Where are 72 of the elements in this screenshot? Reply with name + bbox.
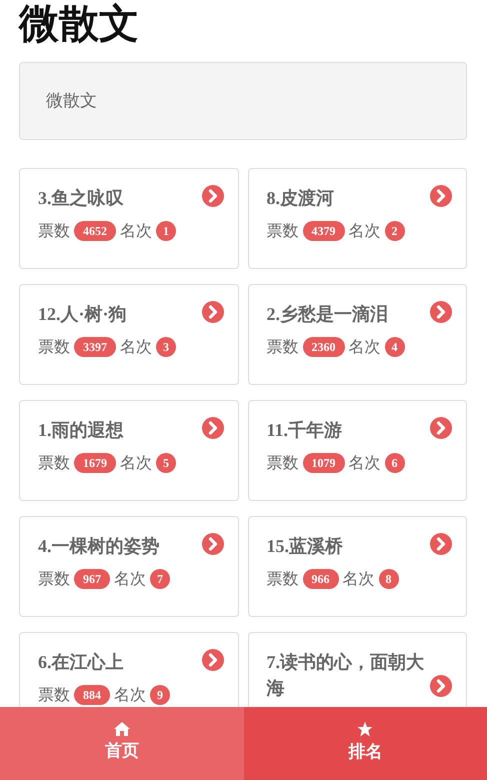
entry-title: 15.蓝溪桥 [266, 535, 344, 558]
entry-card[interactable]: 7.读书的心，面朝大海 [248, 632, 467, 707]
nav-tab[interactable]: 排名 [244, 707, 487, 780]
rank-label: 名次 [114, 568, 146, 590]
entry-title: 7.读书的心，面朝大海 [266, 651, 425, 700]
votes-count: 966 [302, 568, 338, 590]
rank-number: 6 [384, 452, 404, 474]
entry-title: 6.在江心上 [38, 651, 124, 674]
entry-card[interactable]: 2.乡愁是一滴泪 票数 2360 名次 4 [248, 284, 467, 385]
chevron-right-icon[interactable] [202, 417, 224, 440]
votes-label: 票数 [38, 220, 70, 242]
rank-label: 名次 [348, 220, 380, 242]
entry-card[interactable]: 11.千年游 票数 1079 名次 6 [248, 400, 467, 501]
chevron-right-icon[interactable] [430, 185, 452, 208]
rank-number: 2 [384, 220, 404, 242]
chevron-right-icon[interactable] [202, 649, 224, 672]
entry-card[interactable]: 3.鱼之咏叹 票数 4652 名次 1 [19, 168, 238, 269]
votes-label: 票数 [266, 220, 298, 242]
rank-label: 名次 [348, 336, 380, 358]
votes-count: 884 [74, 684, 110, 706]
rank-label: 名次 [120, 452, 152, 474]
rank-number: 9 [150, 684, 170, 706]
votes-label: 票数 [266, 568, 298, 590]
rank-label: 名次 [348, 452, 380, 474]
rank-number: 4 [384, 336, 404, 358]
votes-label: 票数 [266, 336, 298, 358]
votes-label: 票数 [38, 336, 70, 358]
home-icon [114, 722, 130, 736]
entry-card[interactable]: 15.蓝溪桥 票数 966 名次 8 [248, 516, 467, 617]
entry-card[interactable]: 6.在江心上 票数 884 名次 9 [19, 632, 238, 707]
votes-count: 967 [74, 568, 110, 590]
votes-count: 2360 [302, 336, 344, 358]
rank-number: 3 [156, 336, 176, 358]
votes-label: 票数 [38, 568, 70, 590]
chevron-right-icon[interactable] [430, 301, 452, 324]
rank-number: 5 [156, 452, 176, 474]
chevron-right-icon[interactable] [202, 185, 224, 208]
chevron-right-icon[interactable] [202, 533, 224, 556]
rank-number: 1 [156, 220, 176, 242]
chevron-right-icon[interactable] [430, 417, 452, 440]
page-title: 微散文 [19, 0, 140, 48]
votes-count: 4652 [74, 220, 116, 242]
entry-title: 4.一棵树的姿势 [38, 535, 160, 558]
chevron-right-icon[interactable] [202, 301, 224, 324]
search-field[interactable]: 微散文 [19, 62, 467, 140]
rank-label: 名次 [120, 220, 152, 242]
entry-title: 3.鱼之咏叹 [38, 187, 124, 210]
entry-title: 1.雨的遐想 [38, 419, 124, 442]
votes-count: 3397 [74, 336, 116, 358]
votes-count: 1079 [302, 452, 344, 474]
entry-card[interactable]: 4.一棵树的姿势 票数 967 名次 7 [19, 516, 238, 617]
votes-label: 票数 [38, 684, 70, 706]
votes-label: 票数 [266, 452, 298, 474]
entry-title: 2.乡愁是一滴泪 [266, 303, 389, 326]
votes-count: 1679 [74, 452, 116, 474]
entry-title: 11.千年游 [266, 419, 344, 442]
rank-label: 名次 [114, 684, 146, 706]
entry-card[interactable]: 12.人·树·狗 票数 3397 名次 3 [19, 284, 238, 385]
star-icon [357, 721, 374, 738]
entry-card[interactable]: 1.雨的遐想 票数 1679 名次 5 [19, 400, 238, 501]
rank-number: 7 [150, 568, 170, 590]
chevron-right-icon[interactable] [430, 675, 452, 698]
rank-label: 名次 [120, 336, 152, 358]
rank-label: 名次 [342, 568, 374, 590]
rank-number: 8 [378, 568, 398, 590]
votes-label: 票数 [38, 452, 70, 474]
votes-count: 4379 [302, 220, 344, 242]
entry-title: 12.人·树·狗 [38, 303, 128, 326]
entry-title: 8.皮渡河 [266, 187, 335, 210]
chevron-right-icon[interactable] [430, 533, 452, 556]
entry-card[interactable]: 8.皮渡河 票数 4379 名次 2 [248, 168, 467, 269]
nav-tab[interactable]: 首页 [0, 707, 244, 780]
